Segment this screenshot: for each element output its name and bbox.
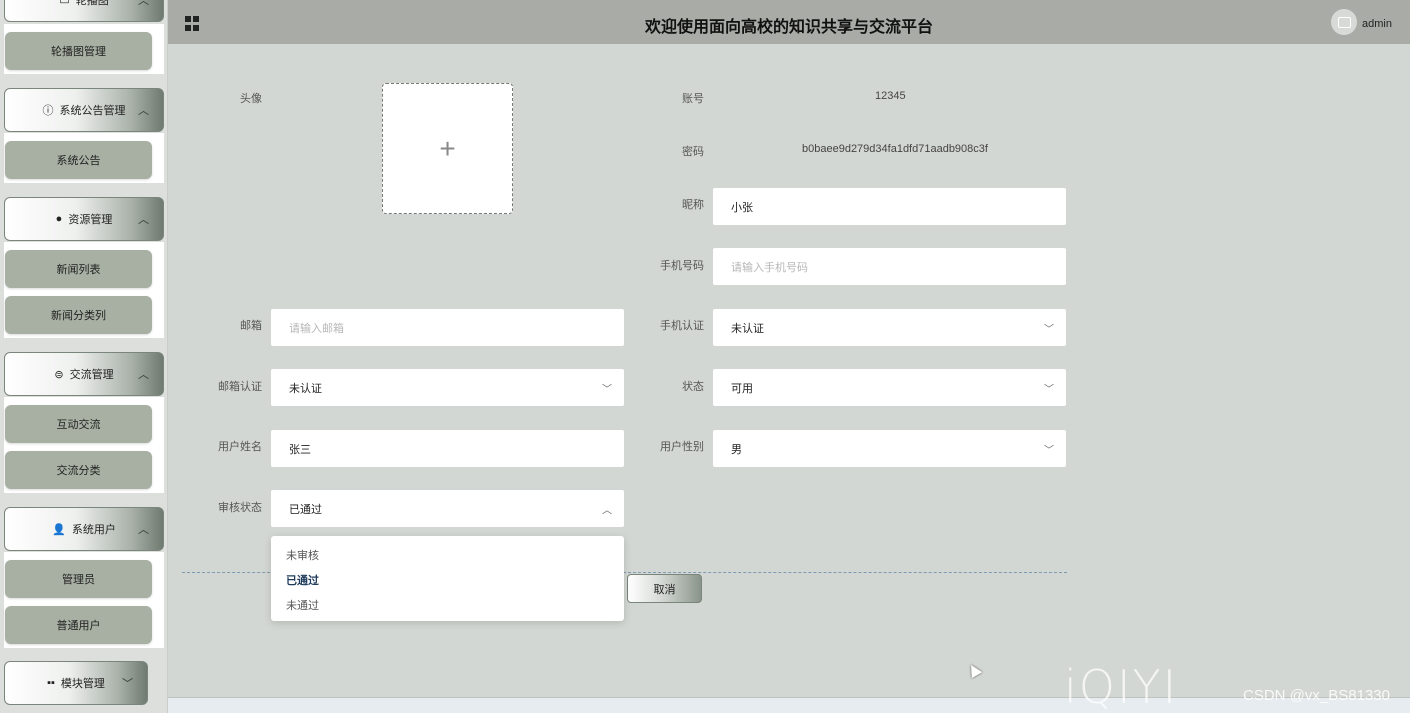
bottom-strip: [168, 698, 1410, 713]
watermark-logo: iQIYI: [1064, 660, 1179, 713]
sidebar-panel-carousel: 轮播图管理: [4, 24, 164, 74]
dropdown-option-rejected[interactable]: 未通过: [286, 597, 319, 613]
sidebar-panel-users: 管理员 普通用户: [4, 552, 164, 648]
sidebar-item-label: 新闻列表: [56, 264, 101, 276]
sidebar-item-label: 管理员: [62, 574, 95, 586]
account-value: 12345: [875, 90, 906, 102]
sidebar-item-label: 普通用户: [56, 620, 101, 632]
password-value: b0baee9d279d34fa1dfd71aadb908c3f: [802, 143, 988, 155]
chevron-up-icon: ︿: [138, 0, 149, 7]
sidebar-item-label: 轮播图管理: [51, 46, 106, 58]
audit-dropdown: 未审核 已通过 未通过: [271, 536, 624, 621]
username[interactable]: admin: [1362, 18, 1392, 30]
watermark-text: CSDN @vx_BS81330: [1243, 687, 1390, 704]
avatar[interactable]: [1331, 9, 1357, 35]
sidebar-group-users[interactable]: 👤 系统用户 ︿: [4, 507, 164, 551]
sidebar-item-admin[interactable]: 管理员: [5, 560, 152, 598]
chevron-up-icon: ︿: [138, 214, 149, 226]
chevron-down-icon: ﹀: [1044, 445, 1054, 456]
audit-select[interactable]: 已通过 ︿: [271, 490, 624, 527]
top-header: 欢迎使用面向高校的知识共享与交流平台 admin: [168, 0, 1410, 44]
chat-icon: ⊜: [54, 368, 64, 381]
audit-label: 审核状态: [218, 502, 262, 514]
phone-label: 手机号码: [660, 260, 704, 272]
user-icon: 👤: [52, 523, 66, 536]
chevron-up-icon: ︿: [138, 105, 149, 117]
chevron-down-icon: ﹀: [1044, 384, 1054, 395]
sidebar-panel-resource: 新闻列表 新闻分类列: [4, 242, 164, 338]
phone-verify-select[interactable]: 未认证 ﹀: [713, 309, 1066, 346]
chevron-down-icon: ﹀: [1044, 324, 1054, 335]
sidebar: ▭ 轮播图 ︿ 轮播图管理 ⓘ 系统公告管理 ︿ 系统公告 ● 资源管理 ︿ 新…: [0, 0, 168, 713]
select-value: 未认证: [731, 322, 764, 335]
chevron-down-icon: ﹀: [602, 384, 612, 395]
email-verify-label: 邮箱认证: [218, 381, 262, 393]
sidebar-group-carousel[interactable]: ▭ 轮播图 ︿: [4, 0, 164, 22]
sidebar-item-label: 交流分类: [56, 465, 101, 477]
sidebar-item-news-list[interactable]: 新闻列表: [5, 250, 152, 288]
info-circle-icon: ⓘ: [42, 105, 54, 117]
bulb-icon: ●: [55, 213, 63, 225]
email-label: 邮箱: [240, 320, 262, 332]
select-value: 可用: [731, 382, 753, 395]
main-content: 头像 + 账号 12345 密码 b0baee9d279d34fa1dfd71a…: [168, 44, 1410, 698]
select-value: 男: [731, 443, 742, 456]
sidebar-item-normal-user[interactable]: 普通用户: [5, 606, 152, 644]
password-label: 密码: [682, 146, 704, 158]
sidebar-group-label: 交流管理: [69, 369, 114, 381]
avatar-uploader[interactable]: +: [382, 83, 513, 214]
sidebar-group-modules[interactable]: ▪▪ 模块管理 ﹀: [4, 661, 148, 705]
select-value: 已通过: [289, 503, 322, 516]
cancel-button[interactable]: 取消: [627, 574, 702, 603]
sidebar-item-interaction-category[interactable]: 交流分类: [5, 451, 152, 489]
sidebar-item-label: 互动交流: [56, 419, 101, 431]
chevron-up-icon: ︿: [138, 524, 149, 536]
sidebar-panel-interaction: 互动交流 交流分类: [4, 397, 164, 493]
select-value: 未认证: [289, 382, 322, 395]
sidebar-item-carousel-manage[interactable]: 轮播图管理: [5, 32, 152, 70]
chevron-up-icon: ︿: [138, 369, 149, 381]
account-label: 账号: [682, 93, 704, 105]
phone-input[interactable]: 请输入手机号码: [713, 248, 1066, 285]
real-name-input[interactable]: 张三: [271, 430, 624, 467]
status-select[interactable]: 可用 ﹀: [713, 369, 1066, 406]
dropdown-option-approved[interactable]: 已通过: [286, 572, 319, 588]
sidebar-group-resource[interactable]: ● 资源管理 ︿: [4, 197, 164, 241]
sidebar-group-label: 模块管理: [60, 678, 105, 690]
sidebar-panel-notice: 系统公告: [4, 133, 164, 183]
gender-label: 用户性别: [660, 441, 704, 453]
sidebar-item-label: 新闻分类列: [51, 310, 106, 322]
grid-icon: ▪▪: [47, 677, 55, 689]
avatar-label: 头像: [240, 93, 262, 105]
email-input[interactable]: 请输入邮箱: [271, 309, 624, 346]
gender-select[interactable]: 男 ﹀: [713, 430, 1066, 467]
sidebar-group-label: 资源管理: [68, 214, 113, 226]
chevron-down-icon: ﹀: [122, 678, 133, 690]
sidebar-group-interaction[interactable]: ⊜ 交流管理 ︿: [4, 352, 164, 396]
page-title: 欢迎使用面向高校的知识共享与交流平台: [644, 19, 933, 36]
status-label: 状态: [682, 381, 704, 393]
sidebar-item-news-category[interactable]: 新闻分类列: [5, 296, 152, 334]
plus-icon: +: [439, 132, 456, 164]
sidebar-item-interaction[interactable]: 互动交流: [5, 405, 152, 443]
chevron-up-icon: ︿: [602, 505, 612, 516]
real-name-label: 用户姓名: [218, 441, 262, 453]
phone-verify-label: 手机认证: [660, 320, 704, 332]
sidebar-item-label: 系统公告: [56, 155, 101, 167]
sidebar-group-notice[interactable]: ⓘ 系统公告管理 ︿: [4, 88, 164, 132]
sidebar-group-label: 系统公告管理: [59, 105, 126, 117]
sidebar-item-system-notice[interactable]: 系统公告: [5, 141, 152, 179]
dropdown-option-pending[interactable]: 未审核: [286, 547, 319, 563]
image-icon: [1337, 16, 1351, 28]
nickname-input[interactable]: 小张: [713, 188, 1066, 225]
sidebar-group-label: 轮播图: [75, 0, 109, 7]
nickname-label: 昵称: [682, 199, 704, 211]
email-verify-select[interactable]: 未认证 ﹀: [271, 369, 624, 406]
image-icon: ▭: [59, 0, 70, 7]
sidebar-group-label: 系统用户: [71, 524, 116, 536]
